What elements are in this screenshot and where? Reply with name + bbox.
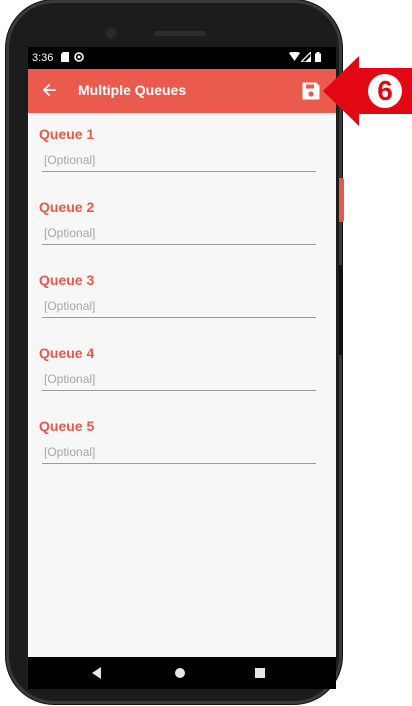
page-title: Multiple Queues	[78, 82, 187, 98]
sync-icon	[74, 52, 84, 66]
front-camera	[107, 29, 115, 37]
queue-label: Queue 5	[39, 418, 95, 434]
floppy-save-icon[interactable]	[301, 81, 321, 101]
app-bar: Multiple Queues	[28, 69, 336, 113]
queue-2-input[interactable]	[42, 221, 316, 245]
sd-card-icon	[61, 52, 69, 66]
queue-1-input[interactable]	[42, 148, 316, 172]
back-triangle-icon[interactable]	[92, 667, 101, 679]
phone-screen: 3:36 Multiple Queues Queue 1 [Optional] …	[28, 47, 336, 689]
battery-icon	[315, 52, 321, 66]
queue-form: Queue 1 Queue 2 Queue 3 Queue 4 Queue 5	[28, 113, 336, 657]
signal-icon	[299, 50, 312, 66]
power-button	[339, 265, 343, 355]
home-circle-icon[interactable]	[175, 668, 185, 678]
step-callout: 6	[323, 56, 412, 126]
recents-square-icon[interactable]	[255, 668, 265, 678]
queue-label: Queue 1	[39, 126, 95, 142]
queue-label: Queue 4	[39, 345, 95, 361]
arrow-left-icon[interactable]	[40, 81, 58, 99]
queue-label: Queue 2	[39, 199, 95, 215]
queue-5-input[interactable]	[42, 440, 316, 464]
status-bar: 3:36	[28, 47, 336, 69]
volume-button	[339, 178, 344, 222]
status-time: 3:36	[32, 52, 54, 64]
wifi-icon	[289, 51, 300, 65]
phone-frame: 3:36 Multiple Queues Queue 1 [Optional] …	[6, 0, 342, 704]
queue-4-input[interactable]	[42, 367, 316, 391]
queue-label: Queue 3	[39, 272, 95, 288]
system-navigation-bar	[28, 657, 336, 689]
queue-3-input[interactable]	[42, 294, 316, 318]
callout-number: 6	[377, 75, 393, 106]
earpiece-speaker	[154, 31, 206, 36]
callout-arrow-icon	[323, 56, 412, 126]
screenshot-stage: 3:36 Multiple Queues Queue 1 [Optional] …	[0, 0, 412, 706]
